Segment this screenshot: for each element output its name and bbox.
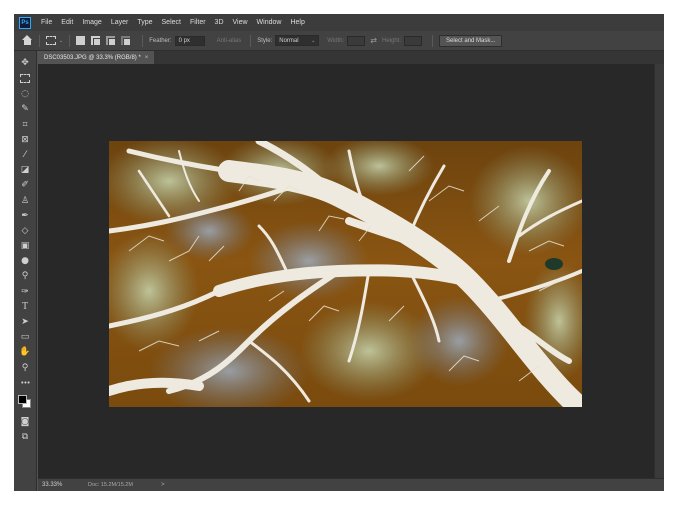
document-tab-bar: DSC03503.JPG @ 33.3% (RGB/8) * × (38, 51, 664, 64)
lasso-icon[interactable]: ◌ (19, 88, 31, 100)
menu-bar: Ps File Edit Image Layer Type Select Fil… (14, 14, 664, 31)
droplet-icon[interactable]: ● (19, 255, 31, 267)
quick-selection-icon[interactable]: ✎ (19, 103, 31, 115)
canvas-area[interactable] (38, 64, 654, 478)
ellipsis-icon[interactable]: ••• (19, 377, 31, 389)
divider (250, 34, 252, 47)
chevron-down-icon: ⌄ (311, 37, 316, 44)
status-bar: 33.33% Doc: 15.2M/15.2M > (38, 478, 664, 491)
add-to-selection-icon[interactable] (91, 36, 102, 46)
close-icon[interactable]: × (145, 55, 149, 61)
history-brush-icon[interactable]: ✒ (19, 210, 31, 222)
menu-layer[interactable]: Layer (111, 19, 129, 26)
menu-3d[interactable]: 3D (215, 19, 224, 26)
inverted-tree-photo (109, 141, 582, 407)
antialias-checkbox-label[interactable]: Anti-alias (217, 38, 242, 44)
width-input[interactable] (347, 35, 366, 46)
bandage-icon[interactable]: ◪ (19, 164, 31, 176)
ps-logo: Ps (19, 16, 31, 29)
pen-icon[interactable]: ✑ (19, 286, 31, 298)
document-image[interactable] (109, 141, 582, 407)
subtract-from-selection-icon[interactable] (106, 36, 117, 46)
color-swatches (17, 394, 33, 410)
divider (142, 34, 144, 47)
marquee-icon[interactable] (20, 74, 30, 84)
select-and-mask-button[interactable]: Select and Mask... (439, 34, 503, 47)
menu-items: File Edit Image Layer Type Select Filter… (41, 19, 314, 26)
zoom-icon[interactable]: ⚲ (19, 362, 31, 374)
menu-image[interactable]: Image (82, 19, 101, 26)
menu-window[interactable]: Window (257, 19, 282, 26)
style-label: Style: (257, 37, 273, 44)
eraser-icon[interactable]: ◇ (19, 225, 31, 237)
document-info: Doc: 15.2M/15.2M (88, 482, 133, 488)
document-tab[interactable]: DSC03503.JPG @ 33.3% (RGB/8) * × (38, 51, 155, 64)
tools-panel: ✥ ◌ ✎ ⌗ ⊠ ⁄ ◪ ✐ ♙ ✒ ◇ ▣ ● ⚲ ✑ T ➤ ▭ ✋ ⚲ … (14, 51, 37, 491)
eyedropper-icon[interactable]: ⁄ (19, 149, 31, 161)
type-icon[interactable]: T (19, 301, 31, 313)
status-menu-arrow[interactable]: > (161, 482, 165, 488)
rectangular-marquee-icon[interactable] (46, 36, 56, 45)
options-bar: ⌄ Feather: 0 px Anti-alias Style: Normal… (14, 31, 664, 51)
crop-icon[interactable]: ⌗ (19, 119, 31, 131)
divider (39, 34, 40, 47)
move-icon[interactable]: ✥ (19, 57, 31, 69)
quick-mask-icon[interactable]: ◙ (19, 416, 31, 428)
menu-select[interactable]: Select (162, 19, 181, 26)
zoom-level[interactable]: 33.33% (38, 482, 76, 488)
home-icon[interactable] (22, 35, 33, 46)
divider (69, 34, 71, 47)
height-input[interactable] (404, 35, 422, 46)
frame-icon[interactable]: ⊠ (19, 134, 31, 146)
divider (432, 34, 433, 47)
menu-type[interactable]: Type (137, 19, 152, 26)
brush-icon[interactable]: ✐ (19, 179, 31, 191)
width-label: Width: (327, 37, 345, 44)
document-title: DSC03503.JPG @ 33.3% (RGB/8) * (44, 54, 141, 61)
hand-icon[interactable]: ✋ (19, 346, 31, 358)
menu-help[interactable]: Help (290, 19, 304, 26)
menu-edit[interactable]: Edit (61, 19, 73, 26)
intersect-selection-icon[interactable] (121, 36, 132, 46)
foreground-color-swatch[interactable] (18, 394, 27, 404)
stamp-icon[interactable]: ♙ (19, 195, 31, 207)
feather-label: Feather: (149, 37, 172, 44)
feather-input[interactable]: 0 px (174, 35, 205, 46)
swap-icon[interactable]: ⇄ (370, 36, 377, 45)
gradient-icon[interactable]: ▣ (19, 240, 31, 252)
photoshop-window: Ps File Edit Image Layer Type Select Fil… (14, 14, 664, 491)
height-label: Height: (381, 37, 401, 44)
style-value: Normal (279, 37, 299, 44)
screen-mode-icon[interactable]: ⧉ (19, 431, 31, 443)
style-select[interactable]: Normal ⌄ (275, 35, 320, 46)
vertical-scrollbar[interactable] (654, 64, 664, 478)
chevron-down-icon[interactable]: ⌄ (59, 38, 63, 44)
new-selection-icon[interactable] (76, 36, 86, 45)
menu-file[interactable]: File (41, 19, 52, 26)
dark-leaf-cluster (545, 258, 563, 270)
arrow-icon[interactable]: ➤ (19, 316, 31, 328)
menu-filter[interactable]: Filter (190, 19, 206, 26)
menu-view[interactable]: View (233, 19, 248, 26)
dodge-icon[interactable]: ⚲ (19, 270, 31, 282)
rectangle-icon[interactable]: ▭ (19, 331, 31, 343)
